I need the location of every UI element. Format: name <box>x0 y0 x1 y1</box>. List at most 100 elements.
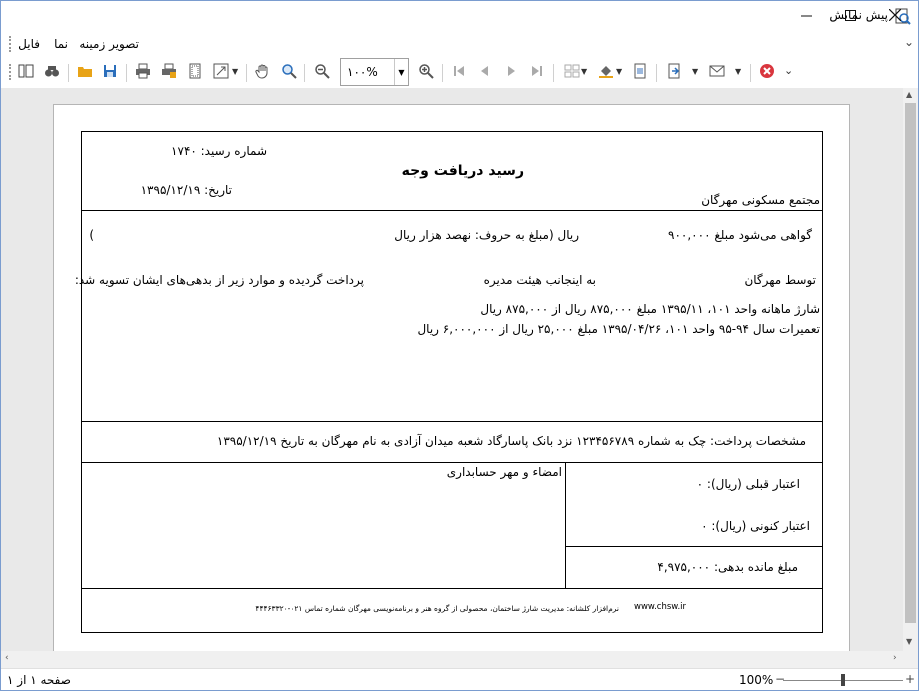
zoom-in-button[interactable] <box>416 63 436 83</box>
toolbar-separator <box>750 64 751 82</box>
scale-dropdown-icon[interactable]: ▼ <box>232 67 238 76</box>
receipt: شماره رسید: ۱۷۴۰ رسید دریافت وجه تاریخ: … <box>75 131 823 633</box>
background-color-dropdown-icon[interactable]: ▼ <box>616 67 622 76</box>
export-button[interactable] <box>664 63 684 83</box>
close-icon <box>888 8 902 25</box>
menu-background[interactable]: تصویر زمینه <box>79 37 139 51</box>
menubar-overflow-icon[interactable]: ⌄ <box>904 35 914 49</box>
certify-amount: گواهی می‌شود مبلغ ۹۰۰,۰۰۰ <box>668 228 812 242</box>
close-preview-icon <box>759 63 775 83</box>
signature-label: امضاء و مهر حسابداری <box>446 465 562 479</box>
amount-close-paren: ) <box>89 228 94 242</box>
divider <box>82 462 822 463</box>
previous-page-button[interactable] <box>475 63 495 83</box>
scale-button[interactable] <box>211 63 231 83</box>
hand-tool-button[interactable] <box>253 63 273 83</box>
page-info: صفحه ۱ از ۱ <box>7 673 71 687</box>
horizontal-scrollbar[interactable]: ‹ › <box>1 651 918 668</box>
multiple-pages-button[interactable] <box>562 63 582 83</box>
maximize-icon <box>844 9 856 25</box>
complex-name: مجتمع مسکونی مهرگان <box>701 193 820 207</box>
zoom-out-button[interactable] <box>312 63 332 83</box>
settlement-line: تعمیرات سال ۹۴-۹۵ واحد ۱۰۱، ۱۳۹۵/۰۴/۲۶ م… <box>417 322 820 336</box>
toolbar-grip[interactable] <box>9 64 12 80</box>
remaining-debt: مبلغ مانده بدهی: ۴,۹۷۵,۰۰۰ <box>657 560 798 574</box>
zoom-dropdown-icon[interactable]: ▼ <box>394 59 408 85</box>
next-page-button[interactable] <box>501 63 521 83</box>
multiple-pages-dropdown-icon[interactable]: ▼ <box>581 67 587 76</box>
close-button[interactable] <box>872 1 918 32</box>
toolbar-separator <box>246 64 247 82</box>
background-color-button[interactable] <box>596 63 616 83</box>
scroll-up-icon[interactable]: ▲ <box>906 90 912 99</box>
footer-url[interactable]: www.chsw.ir <box>634 602 686 612</box>
thumbnails-button[interactable] <box>16 63 36 83</box>
send-email-icon <box>709 63 725 83</box>
zoom-slider-plus-icon[interactable]: + <box>905 672 915 686</box>
menu-grip[interactable] <box>9 36 12 52</box>
toolbar: ▼ ▼ ▼ ▼ ▼ ⌄ <box>1 58 918 88</box>
zoom-slider-minus-icon[interactable]: − <box>775 672 785 686</box>
preview-area: شماره رسید: ۱۷۴۰ رسید دریافت وجه تاریخ: … <box>1 88 903 651</box>
send-email-button[interactable] <box>707 63 727 83</box>
first-page-icon <box>451 63 467 83</box>
page-setup-button[interactable] <box>185 63 205 83</box>
divider <box>82 210 822 211</box>
watermark-button[interactable] <box>630 63 650 83</box>
menu-view[interactable]: نما <box>54 37 68 51</box>
export-dropdown-icon[interactable]: ▼ <box>692 67 698 76</box>
toolbar-separator <box>553 64 554 82</box>
quick-print-button[interactable] <box>159 63 179 83</box>
minimize-icon <box>800 9 812 25</box>
quick-print-icon <box>161 63 177 83</box>
title-bar: پیش نمایش <box>1 1 918 32</box>
save-icon <box>102 63 118 83</box>
open-button[interactable] <box>75 63 95 83</box>
maximize-button[interactable] <box>827 1 873 32</box>
divider <box>565 462 566 588</box>
find-button[interactable] <box>42 63 62 83</box>
thumbnails-icon <box>18 63 34 83</box>
send-email-dropdown-icon[interactable]: ▼ <box>735 67 741 76</box>
preview-window: پیش نمایش فایل نما تصویر زمینه ⌄ ▼ ▼ ▼ ▼… <box>0 0 919 691</box>
toolbar-separator <box>68 64 69 82</box>
vertical-scrollbar[interactable]: ▲ ▼ <box>903 88 918 651</box>
zoom-in-icon <box>418 63 434 83</box>
print-button[interactable] <box>133 63 153 83</box>
first-page-button[interactable] <box>449 63 469 83</box>
divider <box>82 421 822 422</box>
divider <box>566 546 822 547</box>
scroll-left-icon[interactable]: ‹ <box>5 653 9 663</box>
payment-details: مشخصات پرداخت: چک به شماره ۱۲۳۴۵۶۷۸۹ نزد… <box>216 434 806 448</box>
settlement-text: پرداخت گردیده و موارد زیر از بدهی‌های ای… <box>74 273 364 287</box>
scroll-right-icon[interactable]: › <box>893 653 897 663</box>
background-color-icon <box>598 63 614 83</box>
minimize-button[interactable] <box>783 1 829 32</box>
amount-in-words: ریال (مبلغ به حروف: نهصد هزار ریال <box>394 228 579 242</box>
page-setup-icon <box>187 63 203 83</box>
multiple-pages-icon <box>564 63 580 83</box>
status-zoom: 100% <box>739 673 774 687</box>
magnifier-icon <box>281 63 297 83</box>
watermark-icon <box>632 63 648 83</box>
save-button[interactable] <box>100 63 120 83</box>
menu-file[interactable]: فایل <box>18 37 40 51</box>
last-page-button[interactable] <box>527 63 547 83</box>
close-preview-button[interactable] <box>757 63 777 83</box>
export-icon <box>666 63 682 83</box>
zoom-value: ۱۰۰% <box>347 65 378 79</box>
zoom-combobox[interactable]: ۱۰۰% ▼ <box>340 58 409 86</box>
vertical-scroll-thumb[interactable] <box>905 103 916 623</box>
last-page-icon <box>529 63 545 83</box>
scroll-down-icon[interactable]: ▼ <box>906 637 912 646</box>
divider <box>82 588 822 589</box>
find-icon <box>44 63 60 83</box>
zoom-out-icon <box>314 63 330 83</box>
zoom-slider-thumb[interactable] <box>841 674 845 686</box>
magnifier-button[interactable] <box>279 63 299 83</box>
close-preview-dropdown-icon[interactable]: ⌄ <box>784 64 793 77</box>
toolbar-separator <box>304 64 305 82</box>
next-page-icon <box>503 63 519 83</box>
receipt-date: تاریخ: ۱۳۹۵/۱۲/۱۹ <box>140 183 232 197</box>
toolbar-separator <box>656 64 657 82</box>
